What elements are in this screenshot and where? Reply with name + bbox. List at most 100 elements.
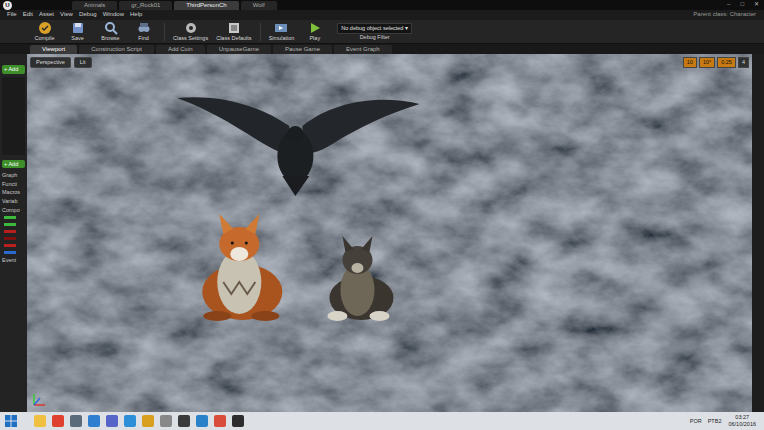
my-blueprint-panel: + Add + Add GraphFunctiMacrosVariabCompo Ev… <box>0 54 27 412</box>
editor-tab-strip: ViewportConstruction ScriptAdd CoinUnpau… <box>0 44 764 54</box>
app-icon[interactable] <box>34 415 46 427</box>
panel-section[interactable]: Variab <box>2 197 25 206</box>
menu-item[interactable]: View <box>57 11 76 18</box>
gear-icon <box>184 21 198 35</box>
app-icon[interactable] <box>124 415 136 427</box>
add-new-button[interactable]: + Add <box>2 160 25 169</box>
toolbar-button[interactable]: Compile <box>30 20 59 43</box>
menu-item[interactable]: Edit <box>20 11 36 18</box>
document-tab[interactable]: Animals <box>72 1 117 10</box>
browse-icon <box>104 21 118 35</box>
editor-window: U Animalsgr_Rock01ThirdPersonChWolf –□✕ Fi… <box>0 0 764 430</box>
taskbar: PORPTB203:2706/10/2016 <box>0 412 764 430</box>
defaults-icon <box>227 21 241 35</box>
view-mode-button[interactable]: Perspective <box>30 57 71 68</box>
scene-render <box>27 54 752 412</box>
clock[interactable]: 03:2706/10/2016 <box>724 414 760 427</box>
snap-setting[interactable]: 0.25 <box>717 57 736 68</box>
snap-setting[interactable]: 4 <box>738 57 749 68</box>
toolbar-button[interactable]: Class Settings <box>171 20 210 43</box>
window-control[interactable]: □ <box>735 1 749 8</box>
app-icon[interactable] <box>70 415 82 427</box>
wolf <box>327 236 393 321</box>
components-tree <box>2 77 25 155</box>
toolbar: Compile Save Browse Find Class Settings Class… <box>0 20 764 44</box>
toolbar-button-label: Compile <box>34 35 54 42</box>
app-icon[interactable] <box>52 415 64 427</box>
document-tab[interactable]: Wolf <box>241 1 277 10</box>
variable-pin[interactable] <box>4 244 16 247</box>
simulation-icon <box>274 21 288 35</box>
add-component-button[interactable]: + Add <box>2 65 25 74</box>
toolbar-button[interactable]: Play <box>300 20 329 43</box>
variable-pin[interactable] <box>4 237 16 240</box>
panel-section[interactable]: Functi <box>2 180 25 189</box>
variable-pin[interactable] <box>4 251 16 254</box>
menu-item[interactable]: File <box>4 11 20 18</box>
toolbar-button-label: Find <box>138 35 149 42</box>
menu-item[interactable]: Debug <box>76 11 100 18</box>
toolbar-separator <box>164 23 165 41</box>
toolbar-button[interactable]: Browse <box>96 20 125 43</box>
toolbar-separator <box>260 23 261 41</box>
raven <box>177 97 419 196</box>
app-icon[interactable] <box>232 415 244 427</box>
menu-item[interactable]: Asset <box>36 11 57 18</box>
toolbar-button[interactable]: Simulation <box>267 20 297 43</box>
editor-tab[interactable]: UnpauseGame <box>207 45 271 54</box>
editor-tab[interactable]: Add Coin <box>156 45 205 54</box>
app-icon[interactable] <box>106 415 118 427</box>
panel-gap <box>2 56 25 64</box>
app-icon[interactable] <box>88 415 100 427</box>
editor-tab[interactable]: Pause Game <box>273 45 332 54</box>
snap-setting[interactable]: 10° <box>699 57 715 68</box>
app-icon[interactable] <box>178 415 190 427</box>
app-icon[interactable] <box>160 415 172 427</box>
unreal-logo[interactable]: U <box>3 1 12 10</box>
windows-start-icon <box>4 414 18 428</box>
toolbar-button[interactable]: Find <box>129 20 158 43</box>
panel-section[interactable]: Macros <box>2 188 25 197</box>
window-control[interactable]: ✕ <box>749 1 764 8</box>
panel-section[interactable]: Event <box>2 256 25 265</box>
variable-pin[interactable] <box>4 230 16 233</box>
document-tab[interactable]: gr_Rock01 <box>119 1 172 10</box>
editor-tab[interactable]: Construction Script <box>79 45 154 54</box>
fox <box>202 214 282 321</box>
axis-icon <box>31 392 47 408</box>
tray-label[interactable]: POR <box>687 418 705 425</box>
title-bar: U Animalsgr_Rock01ThirdPersonChWolf –□✕ <box>0 0 764 10</box>
clock-date: 06/10/2016 <box>728 421 756 428</box>
lighting-button[interactable]: Lit <box>74 57 92 68</box>
debug-filter: No debug object selected ▾Debug Filter <box>337 23 412 40</box>
play-icon <box>308 21 322 35</box>
toolbar-button-label: Browse <box>101 35 119 42</box>
editor-body: + Add + Add GraphFunctiMacrosVariabCompo Ev… <box>0 54 764 412</box>
menu-item[interactable]: Window <box>100 11 127 18</box>
variable-pin[interactable] <box>4 216 16 219</box>
find-icon <box>137 21 151 35</box>
menu-item[interactable]: Help <box>127 11 145 18</box>
debug-object-select[interactable]: No debug object selected ▾ <box>337 23 412 34</box>
toolbar-button[interactable]: Save <box>63 20 92 43</box>
toolbar-button-label: Play <box>309 35 320 42</box>
document-tab[interactable]: ThirdPersonCh <box>174 1 238 10</box>
window-control[interactable]: – <box>722 1 735 8</box>
editor-tab[interactable]: Viewport <box>30 45 77 54</box>
viewport[interactable]: PerspectiveLit 1010°0.254 <box>27 54 752 412</box>
parent-class-label: Parent class: Character <box>693 11 760 18</box>
editor-tab[interactable]: Event Graph <box>334 45 392 54</box>
app-icon[interactable] <box>214 415 226 427</box>
compile-icon <box>38 21 52 35</box>
toolbar-button-label: Class Settings <box>173 35 208 42</box>
toolbar-button-label: Class Defaults <box>216 35 251 42</box>
app-icon[interactable] <box>196 415 208 427</box>
toolbar-button[interactable]: Class Defaults <box>214 20 253 43</box>
panel-section[interactable]: Graph <box>2 171 25 180</box>
variable-pin[interactable] <box>4 223 16 226</box>
app-icon[interactable] <box>142 415 154 427</box>
snap-setting[interactable]: 10 <box>683 57 697 68</box>
panel-section[interactable]: Compo <box>2 206 25 215</box>
tray-label[interactable]: PTB2 <box>705 418 725 425</box>
menu-bar: FileEditAssetViewDebugWindowHelp Parent c… <box>0 10 764 20</box>
